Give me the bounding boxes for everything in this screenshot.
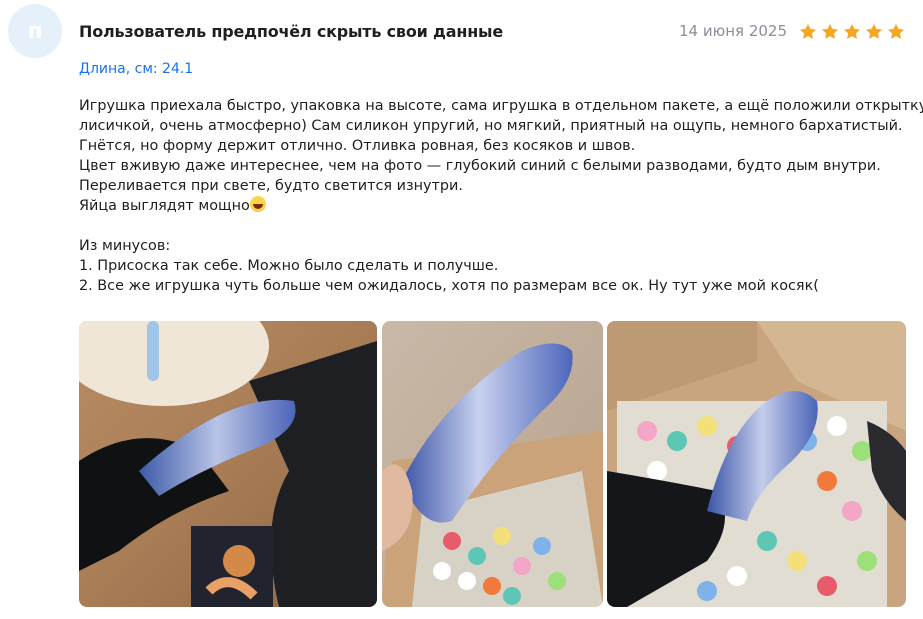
star-icon bbox=[866, 23, 882, 39]
laughing-emoji-icon bbox=[249, 196, 266, 212]
review-photo-2[interactable] bbox=[382, 321, 603, 607]
photo-image bbox=[79, 321, 377, 607]
review-date: 14 июня 2025 bbox=[679, 22, 788, 40]
review-text-line: Игрушка приехала быстро, упаковка на выс… bbox=[79, 98, 923, 114]
star-icon bbox=[888, 23, 904, 39]
review-text: Игрушка приехала быстро, упаковка на выс… bbox=[79, 96, 923, 296]
minus-item: 2. Все же игрушка чуть больше чем ожидал… bbox=[79, 278, 819, 294]
avatar: п bbox=[8, 4, 62, 58]
review-text-line-with-emoji: Яйца выглядят мощно bbox=[79, 196, 909, 216]
review-text-line: Гнётся, но форму держит отлично. Отливка… bbox=[79, 138, 636, 154]
photo-image bbox=[607, 321, 906, 607]
avatar-letter: п bbox=[27, 18, 43, 44]
photo-image bbox=[382, 321, 603, 607]
review-text-line: Переливается при свете, будто светится и… bbox=[79, 178, 463, 194]
review-text-line: лисичкой, очень атмосферно) Сам силикон … bbox=[79, 118, 903, 134]
star-icon bbox=[844, 23, 860, 39]
minus-heading: Из минусов: bbox=[79, 238, 171, 254]
star-icon bbox=[800, 23, 816, 39]
product-param: Длина, см: 24.1 bbox=[79, 61, 194, 77]
rating-stars bbox=[798, 22, 906, 42]
review-text-line: Яйца выглядят мощно bbox=[79, 198, 250, 214]
review-text-line: Цвет вживую даже интереснее, чем на фото… bbox=[79, 158, 881, 174]
star-icon bbox=[822, 23, 838, 39]
review-photo-1[interactable] bbox=[79, 321, 377, 607]
minus-item: 1. Присоска так себе. Можно было сделать… bbox=[79, 258, 499, 274]
review-photo-3[interactable] bbox=[607, 321, 906, 607]
review-author: Пользователь предпочёл скрыть свои данны… bbox=[79, 22, 503, 41]
